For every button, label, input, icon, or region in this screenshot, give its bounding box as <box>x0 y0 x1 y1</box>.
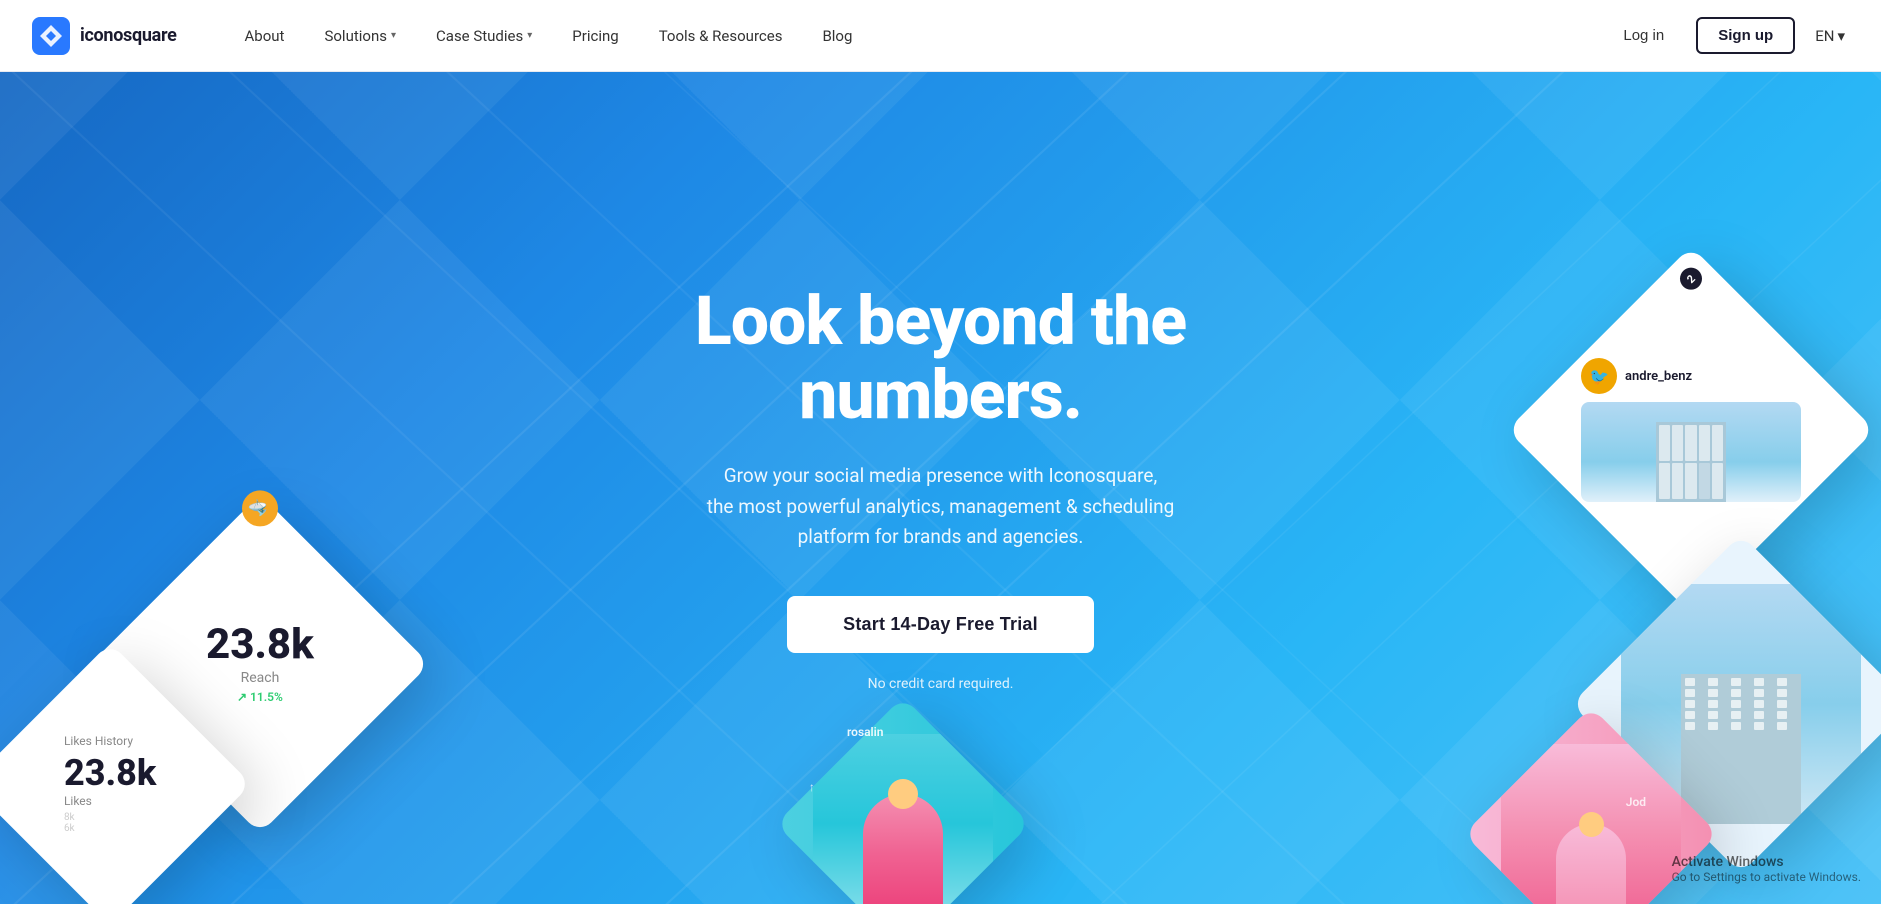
live-badge: 📡 <box>242 490 278 526</box>
windows-watermark: Activate Windows Go to Settings to activ… <box>1672 854 1861 884</box>
nav-tools-resources[interactable]: Tools & Resources <box>639 19 803 53</box>
watermark-title: Activate Windows <box>1672 854 1861 870</box>
likes-sublabel: Likes <box>64 794 156 808</box>
nav-pricing[interactable]: Pricing <box>552 19 638 53</box>
case-studies-chevron-icon: ▾ <box>527 30 532 41</box>
lang-chevron-icon: ▾ <box>1837 27 1845 45</box>
reach-card-content: 23.8k Reach ↗ 11.5% <box>206 624 314 704</box>
solutions-chevron-icon: ▾ <box>391 30 396 41</box>
login-button[interactable]: Log in <box>1607 19 1680 52</box>
nav-solutions[interactable]: Solutions ▾ <box>304 19 416 53</box>
logo[interactable]: iconosquare <box>32 17 177 55</box>
navbar: iconosquare About Solutions ▾ Case Studi… <box>0 0 1881 72</box>
signup-button[interactable]: Sign up <box>1696 17 1795 54</box>
reach-value: 23.8k <box>206 624 314 666</box>
person-name-label: rosalin <box>847 725 884 739</box>
logo-text: iconosquare <box>80 25 177 46</box>
profile-avatar: 🐦 <box>1581 358 1617 394</box>
profile-username: andre_benz <box>1625 369 1692 384</box>
hero-section: Look beyond the numbers. Grow your socia… <box>0 0 1881 904</box>
hero-cta-group: Start 14-Day Free Trial No credit card r… <box>565 596 1317 692</box>
hero-content: Look beyond the numbers. Grow your socia… <box>541 284 1341 693</box>
hero-title: Look beyond the numbers. <box>565 284 1317 434</box>
reach-label: Reach <box>206 670 314 686</box>
navbar-actions: Log in Sign up EN ▾ <box>1607 17 1849 54</box>
notification-badge: 2 <box>1680 268 1702 290</box>
watermark-subtitle: Go to Settings to activate Windows. <box>1672 870 1861 884</box>
nav-case-studies[interactable]: Case Studies ▾ <box>416 19 552 53</box>
window-grid <box>1681 674 1801 734</box>
jod-label: Jod <box>1626 795 1646 809</box>
likes-label: Likes History <box>64 734 156 748</box>
language-selector[interactable]: EN ▾ <box>1811 19 1849 53</box>
main-nav: About Solutions ▾ Case Studies ▾ Pricing… <box>225 19 1608 53</box>
notification-count: 2 <box>1684 272 1698 286</box>
profile-header: 🐦 andre_benz <box>1581 358 1801 394</box>
nav-about[interactable]: About <box>225 19 305 53</box>
profile-card-content: 🐦 andre_benz <box>1581 358 1801 502</box>
trial-button[interactable]: Start 14-Day Free Trial <box>787 596 1094 653</box>
andre-benz-label: andre_benz <box>1563 415 1576 472</box>
likes-card-content: Likes History 23.8k Likes 8k 6k <box>64 734 156 834</box>
hero-subtitle: Grow your social media presence with Ico… <box>565 461 1317 552</box>
reach-change: ↗ 11.5% <box>206 690 314 704</box>
card-pin-label: ↑ <box>809 780 815 794</box>
nav-blog[interactable]: Blog <box>802 19 872 53</box>
person-card <box>776 697 1031 904</box>
live-icon: 📡 <box>248 497 272 521</box>
y-axis-6k: 6k <box>64 823 75 834</box>
person-card-inner <box>813 734 993 904</box>
hero-note: No credit card required. <box>868 676 1014 692</box>
y-axis-8k: 8k <box>64 812 75 823</box>
logo-icon <box>32 17 70 55</box>
likes-value: 23.8k <box>64 752 156 794</box>
